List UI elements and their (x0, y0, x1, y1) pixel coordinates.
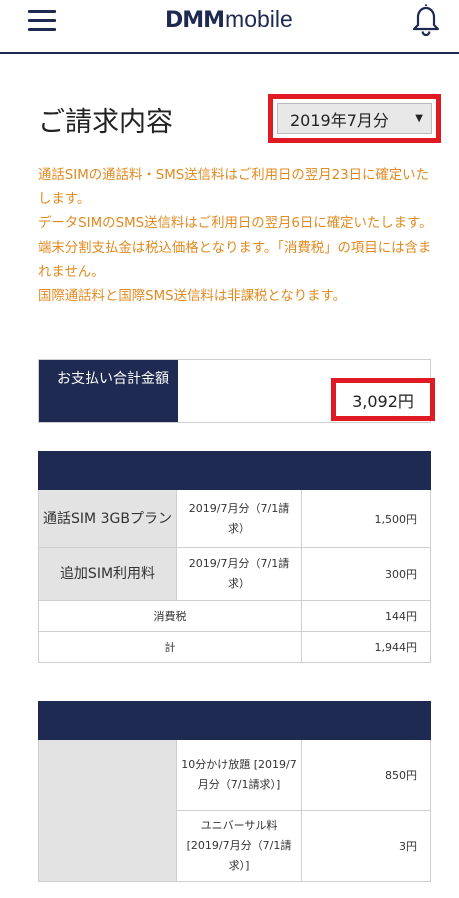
tax-amount: 144円 (301, 600, 431, 632)
item-name: 追加SIM利用料 (38, 547, 177, 601)
note-item: 国際通話料と国際SMS送信料は非課税となります。 (38, 289, 347, 305)
logo-mobile-text: mobile (225, 6, 293, 32)
subtotal-amount: 1,944円 (301, 631, 431, 663)
item-period: 2019/7月分（7/1請求） (176, 489, 302, 548)
app-header: DMM mobile (0, 0, 459, 54)
item-name: 通話SIM 3GBプラン (38, 489, 177, 548)
note-item: データSIMのSMS送信料はご利用日の翌月6日に確定いたします。 (38, 216, 433, 232)
table-header (38, 701, 431, 740)
table-row: 通話SIM 3GBプラン 2019/7月分（7/1請求） 1,500円 (38, 489, 431, 548)
month-select-value: 2019年7月分 (290, 110, 389, 130)
bell-icon[interactable] (410, 3, 442, 37)
table-header (38, 451, 431, 490)
table-row: 10分かけ放題 [2019/7月分（7/1請求）] 850円 (38, 739, 431, 882)
item-period: 10分かけ放題 [2019/7月分（7/1請求）] (176, 739, 302, 811)
subtotal-row: 計 1,944円 (38, 631, 431, 663)
logo-dmm-text: DMM (165, 8, 225, 33)
billing-table-sim: 通話SIM 3GBプラン 2019/7月分（7/1請求） 1,500円 追加SI… (38, 451, 431, 663)
total-amount-value: 3,092円 (331, 378, 435, 421)
note-item: 端末分割支払金は税込価格となります。「消費税」の項目には含まれません。 (38, 240, 432, 280)
billing-table-options: 10分かけ放題 [2019/7月分（7/1請求）] 850円 ユニバーサル料 [… (38, 701, 431, 882)
subtotal-label: 計 (38, 631, 302, 663)
month-select-highlight: 2019年7月分 ▼ (268, 94, 441, 143)
item-amount: 300円 (301, 547, 431, 601)
menu-icon[interactable] (28, 10, 56, 34)
item-amount: 3円 (301, 810, 431, 882)
total-amount-box: お支払い合計金額 3,092円 (38, 359, 435, 423)
month-select[interactable]: 2019年7月分 ▼ (277, 103, 432, 134)
item-amount: 850円 (301, 739, 431, 811)
item-period: 2019/7月分（7/1請求） (176, 547, 302, 601)
main-content: ご請求内容 2019年7月分 ▼ 通話SIMの通話料・SMS送信料はご利用日の翌… (0, 56, 459, 898)
tax-row: 消費税 144円 (38, 600, 431, 632)
item-period: ユニバーサル料 [2019/7月分（7/1請求）] (176, 810, 302, 882)
total-amount-label: お支払い合計金額 (39, 360, 178, 422)
tax-label: 消費税 (38, 600, 302, 632)
dmm-mobile-logo[interactable]: DMM mobile (165, 6, 293, 36)
table-row: 追加SIM利用料 2019/7月分（7/1請求） 300円 (38, 547, 431, 601)
item-name (38, 739, 177, 882)
note-item: 通話SIMの通話料・SMS送信料はご利用日の翌月23日に確定いたします。 (38, 168, 429, 208)
item-amount: 1,500円 (301, 489, 431, 548)
dropdown-arrow-icon: ▼ (415, 113, 423, 124)
page-title: ご請求内容 (38, 107, 173, 138)
billing-notes: 通話SIMの通話料・SMS送信料はご利用日の翌月23日に確定いたします。 データ… (38, 164, 438, 309)
